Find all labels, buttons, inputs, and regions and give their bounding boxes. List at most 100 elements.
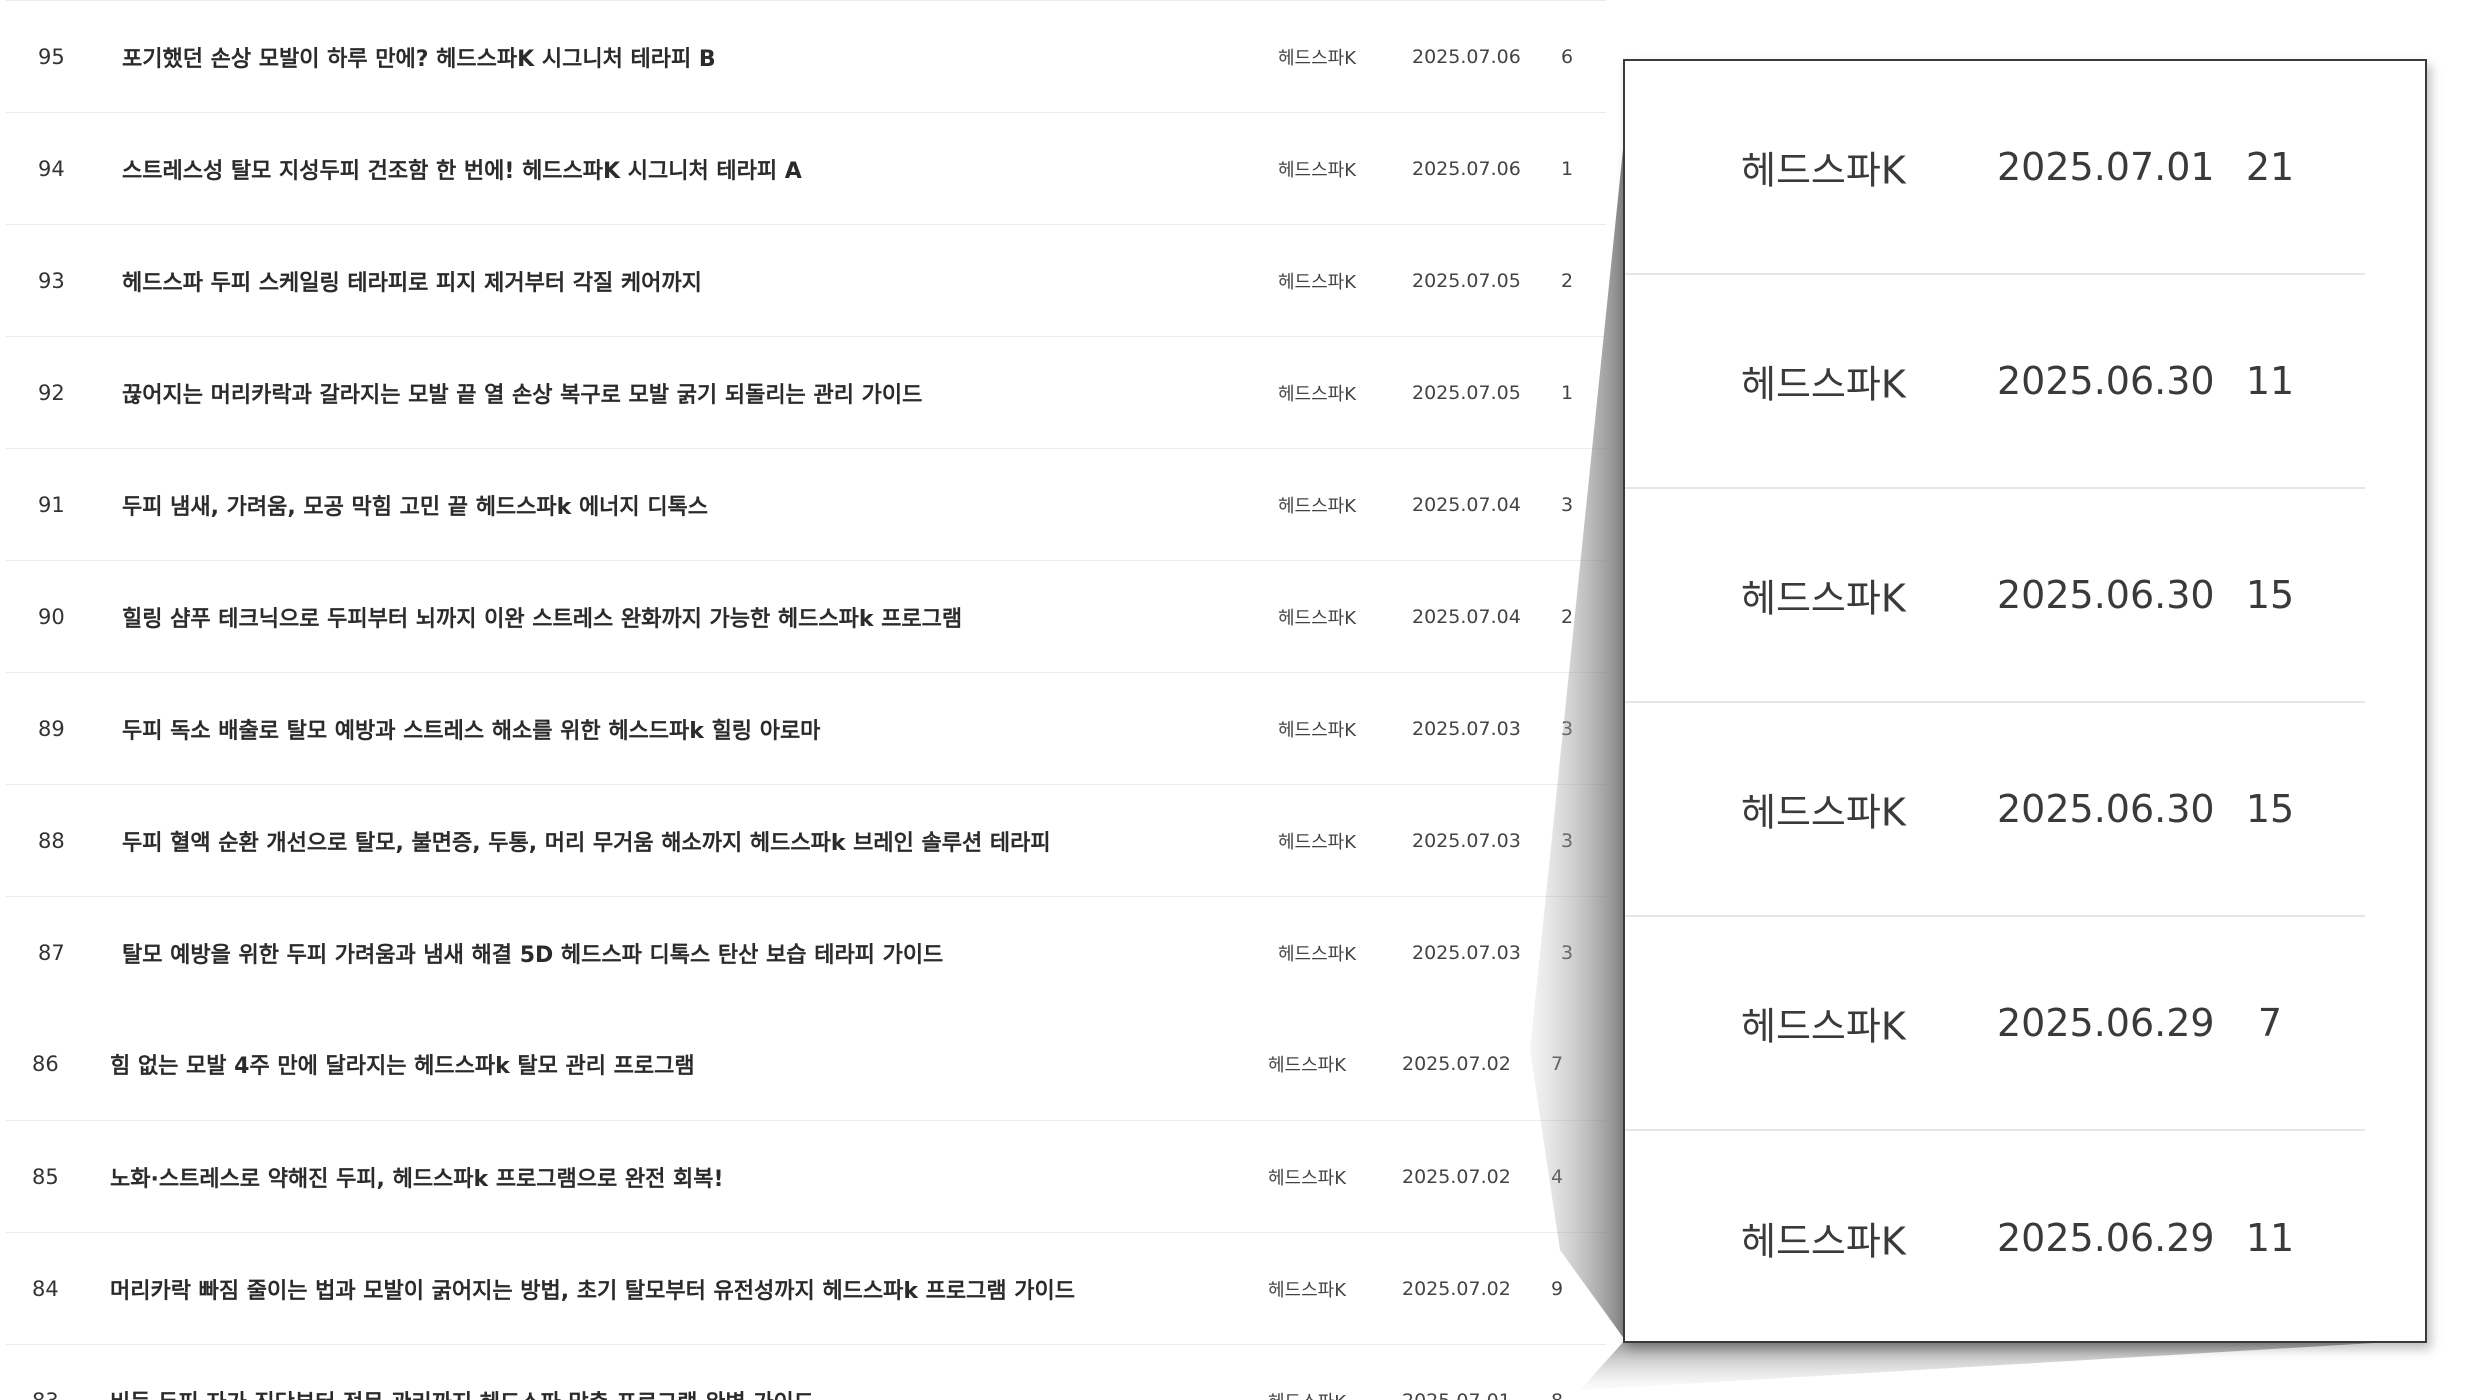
- table-row[interactable]: 94 스트레스성 탈모 지성두피 건조함 한 번에! 헤드스파K 시그니처 테라…: [6, 112, 1606, 224]
- post-author: 헤드스파K: [1278, 495, 1357, 517]
- zoom-date: 2025.06.30: [1997, 359, 2215, 403]
- post-title-link[interactable]: 힘 없는 모발 4주 만에 달라지는 헤드스파k 탈모 관리 프로그램: [110, 1048, 695, 1080]
- post-views: 3: [1561, 493, 1574, 516]
- post-author: 헤드스파K: [1278, 719, 1357, 741]
- post-title-link[interactable]: 비듬 두피 자가 진단부터 전문 관리까지 헤드스파 맞춤 프로그램 완벽 가이…: [110, 1385, 814, 1400]
- table-row[interactable]: 95 포기했던 손상 모발이 하루 만에? 헤드스파K 시그니처 테라피 B 헤…: [6, 0, 1606, 112]
- post-list-board: 95 포기했던 손상 모발이 하루 만에? 헤드스파K 시그니처 테라피 B 헤…: [6, 0, 1606, 1400]
- table-row[interactable]: 87 탈모 예방을 위한 두피 가려움과 냄새 해결 5D 헤드스파 디톡스 탄…: [6, 896, 1606, 1008]
- zoom-views: 15: [2245, 573, 2295, 617]
- zoom-row: 헤드스파K 2025.06.30 15: [1625, 489, 2365, 703]
- zoom-date: 2025.06.30: [1997, 573, 2215, 617]
- post-date: 2025.07.02: [1402, 1053, 1511, 1075]
- zoom-date: 2025.06.29: [1997, 1001, 2215, 1045]
- post-views: 3: [1561, 941, 1574, 964]
- post-views: 2: [1561, 269, 1574, 292]
- post-number: 91: [38, 492, 65, 517]
- post-title-link[interactable]: 머리카락 빠짐 줄이는 법과 모발이 굵어지는 방법, 초기 탈모부터 유전성까…: [110, 1273, 1075, 1305]
- table-row[interactable]: 85 노화·스트레스로 약해진 두피, 헤드스파k 프로그램으로 완전 회복! …: [6, 1120, 1606, 1232]
- zoom-author: 헤드스파K: [1741, 1004, 1906, 1049]
- table-row[interactable]: 93 헤드스파 두피 스케일링 테라피로 피지 제거부터 각질 케어까지 헤드스…: [6, 224, 1606, 336]
- table-row[interactable]: 86 힘 없는 모발 4주 만에 달라지는 헤드스파k 탈모 관리 프로그램 헤…: [6, 1008, 1606, 1120]
- post-title-link[interactable]: 탈모 예방을 위한 두피 가려움과 냄새 해결 5D 헤드스파 디톡스 탄산 보…: [122, 937, 943, 969]
- post-author: 헤드스파K: [1278, 159, 1357, 181]
- table-row[interactable]: 89 두피 독소 배출로 탈모 예방과 스트레스 해소를 위한 헤스드파k 힐링…: [6, 672, 1606, 784]
- zoom-row: 헤드스파K 2025.06.29 7: [1625, 917, 2365, 1131]
- zoom-author: 헤드스파K: [1741, 790, 1906, 835]
- post-author: 헤드스파K: [1278, 383, 1357, 405]
- post-date: 2025.07.03: [1412, 941, 1521, 964]
- post-title-link[interactable]: 두피 냄새, 가려움, 모공 막힘 고민 끝 헤드스파k 에너지 디톡스: [122, 489, 708, 521]
- table-row[interactable]: 83 비듬 두피 자가 진단부터 전문 관리까지 헤드스파 맞춤 프로그램 완벽…: [6, 1344, 1606, 1400]
- post-number: 92: [38, 380, 65, 405]
- zoom-date: 2025.06.30: [1997, 787, 2215, 831]
- zoom-views: 7: [2257, 1001, 2283, 1045]
- post-views: 7: [1551, 1053, 1564, 1075]
- post-views: 9: [1551, 1277, 1564, 1300]
- post-number: 88: [38, 828, 65, 853]
- table-row[interactable]: 91 두피 냄새, 가려움, 모공 막힘 고민 끝 헤드스파k 에너지 디톡스 …: [6, 448, 1606, 560]
- post-author: 헤드스파K: [1268, 1167, 1347, 1189]
- post-views: 1: [1561, 157, 1574, 180]
- post-number: 94: [38, 156, 65, 181]
- post-date: 2025.07.03: [1412, 829, 1521, 852]
- post-date: 2025.07.03: [1412, 717, 1521, 740]
- table-row[interactable]: 84 머리카락 빠짐 줄이는 법과 모발이 굵어지는 방법, 초기 탈모부터 유…: [6, 1232, 1606, 1344]
- post-title-link[interactable]: 두피 혈액 순환 개선으로 탈모, 불면증, 두통, 머리 무거움 해소까지 헤…: [122, 825, 1051, 857]
- post-title-link[interactable]: 힐링 샴푸 테크닉으로 두피부터 뇌까지 이완 스트레스 완화까지 가능한 헤드…: [122, 601, 962, 633]
- post-views: 3: [1561, 717, 1574, 740]
- table-row[interactable]: 92 끊어지는 머리카락과 갈라지는 모발 끝 열 손상 복구로 모발 굵기 되…: [6, 336, 1606, 448]
- post-number: 90: [38, 604, 65, 629]
- zoom-date: 2025.07.01: [1997, 145, 2215, 189]
- post-number: 89: [38, 716, 65, 741]
- post-author: 헤드스파K: [1268, 1279, 1347, 1301]
- post-views: 2: [1561, 605, 1574, 628]
- post-date: 2025.07.02: [1402, 1277, 1511, 1300]
- post-number: 83: [32, 1389, 59, 1400]
- zoom-views: 15: [2245, 787, 2295, 831]
- post-date: 2025.07.04: [1412, 605, 1521, 628]
- post-views: 1: [1561, 381, 1574, 404]
- zoom-date: 2025.06.29: [1997, 1216, 2215, 1260]
- table-row[interactable]: 88 두피 혈액 순환 개선으로 탈모, 불면증, 두통, 머리 무거움 해소까…: [6, 784, 1606, 896]
- post-views: 8: [1551, 1390, 1563, 1400]
- post-title-link[interactable]: 노화·스트레스로 약해진 두피, 헤드스파k 프로그램으로 완전 회복!: [110, 1161, 724, 1193]
- post-author: 헤드스파K: [1268, 1388, 1346, 1400]
- post-number: 84: [32, 1276, 59, 1301]
- post-date: 2025.07.06: [1412, 157, 1521, 180]
- post-views: 3: [1561, 829, 1574, 852]
- post-date: 2025.07.05: [1412, 381, 1521, 404]
- post-views: 6: [1561, 45, 1574, 68]
- post-author: 헤드스파K: [1278, 607, 1357, 629]
- post-views: 4: [1551, 1165, 1564, 1188]
- post-title-link[interactable]: 스트레스성 탈모 지성두피 건조함 한 번에! 헤드스파K 시그니처 테라피 A: [122, 153, 802, 185]
- post-author: 헤드스파K: [1278, 831, 1357, 853]
- post-title-link[interactable]: 끊어지는 머리카락과 갈라지는 모발 끝 열 손상 복구로 모발 굵기 되돌리는…: [122, 377, 922, 409]
- zoom-author: 헤드스파K: [1741, 1219, 1906, 1264]
- zoom-views: 11: [2245, 1216, 2295, 1260]
- zoom-row: 헤드스파K 2025.06.30 15: [1625, 703, 2365, 917]
- post-title-link[interactable]: 두피 독소 배출로 탈모 예방과 스트레스 해소를 위한 헤스드파k 힐링 아로…: [122, 713, 820, 745]
- screenshot-canvas: 95 포기했던 손상 모발이 하루 만에? 헤드스파K 시그니처 테라피 B 헤…: [0, 0, 2480, 1400]
- post-number: 95: [38, 44, 65, 69]
- post-number: 86: [32, 1052, 59, 1076]
- post-date: 2025.07.04: [1412, 493, 1521, 516]
- zoom-row: 헤드스파K 2025.06.29 11: [1625, 1131, 2365, 1341]
- post-number: 87: [38, 940, 65, 965]
- post-author: 헤드스파K: [1278, 271, 1357, 293]
- zoom-magnifier-panel: 헤드스파K 2025.07.01 21 헤드스파K 2025.06.30 11 …: [1623, 59, 2427, 1343]
- post-date: 2025.07.02: [1402, 1165, 1511, 1188]
- zoom-author: 헤드스파K: [1741, 576, 1906, 621]
- table-row[interactable]: 90 힐링 샴푸 테크닉으로 두피부터 뇌까지 이완 스트레스 완화까지 가능한…: [6, 560, 1606, 672]
- post-author: 헤드스파K: [1278, 943, 1357, 965]
- post-author: 헤드스파K: [1278, 47, 1357, 69]
- post-title-link[interactable]: 헤드스파 두피 스케일링 테라피로 피지 제거부터 각질 케어까지: [122, 265, 702, 297]
- post-title-link[interactable]: 포기했던 손상 모발이 하루 만에? 헤드스파K 시그니처 테라피 B: [122, 41, 716, 73]
- post-date: 2025.07.05: [1412, 269, 1521, 292]
- zoom-views: 21: [2245, 145, 2295, 189]
- zoom-row: 헤드스파K 2025.07.01 21: [1625, 61, 2365, 275]
- post-number: 85: [32, 1164, 59, 1189]
- post-date: 2025.07.01: [1402, 1390, 1511, 1400]
- post-number: 93: [38, 268, 65, 293]
- zoom-author: 헤드스파K: [1741, 362, 1906, 407]
